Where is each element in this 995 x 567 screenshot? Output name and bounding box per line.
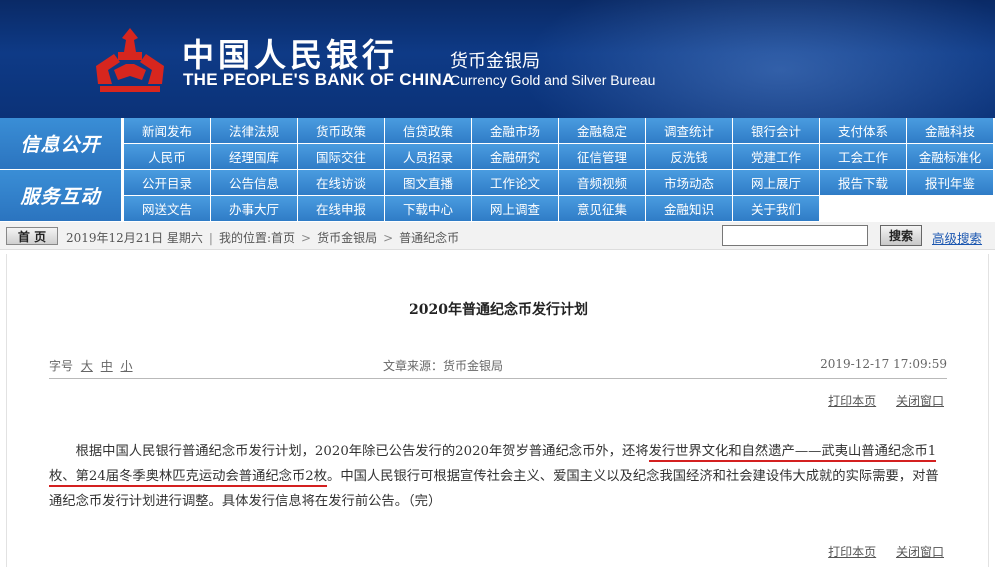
nav-item[interactable]: 工作论文 bbox=[472, 170, 558, 195]
font-size-large[interactable]: 大 bbox=[81, 359, 93, 373]
nav-item[interactable]: 经理国库 bbox=[211, 144, 297, 169]
current-date: 2019年12月21日 星期六 bbox=[66, 231, 203, 245]
nav-group-1: 信息公开 新闻发布 法律法规 货币政策 信贷政策 金融市场 金融稳定 调查统计 银行会计 支付体系… bbox=[0, 118, 995, 170]
nav-item[interactable]: 图文直播 bbox=[385, 170, 471, 195]
nav-item[interactable]: 金融标准化 bbox=[907, 144, 993, 169]
bank-name-en: THE PEOPLE'S BANK OF CHINA bbox=[183, 70, 455, 89]
bureau-name-en: Currency Gold and Silver Bureau bbox=[450, 72, 656, 88]
nav-item[interactable]: 银行会计 bbox=[733, 118, 819, 143]
article-tools-bottom: 打印本页 关闭窗口 bbox=[812, 543, 944, 560]
breadcrumb-item-bureau[interactable]: 货币金银局 bbox=[317, 231, 377, 245]
article-container: 2020年普通纪念币发行计划 字号 大 中 小 文章来源：货币金银局 2019-… bbox=[6, 254, 989, 567]
nav-item[interactable]: 金融知识 bbox=[646, 196, 732, 221]
nav-item[interactable]: 党建工作 bbox=[733, 144, 819, 169]
print-link[interactable]: 打印本页 bbox=[828, 394, 876, 408]
body-text-part1: 根据中国人民银行普通纪念币发行计划，2020年除已公告发行的2020年贺岁普通纪… bbox=[75, 444, 649, 459]
nav-item[interactable]: 新闻发布 bbox=[124, 118, 210, 143]
print-link-bottom[interactable]: 打印本页 bbox=[828, 545, 876, 559]
article-title: 2020年普通纪念币发行计划 bbox=[409, 302, 588, 318]
article-tools-top: 打印本页 关闭窗口 bbox=[812, 392, 944, 409]
nav-item[interactable]: 货币政策 bbox=[298, 118, 384, 143]
nav-item[interactable]: 在线申报 bbox=[298, 196, 384, 221]
nav-item[interactable]: 关于我们 bbox=[733, 196, 819, 221]
nav-item[interactable]: 下载中心 bbox=[385, 196, 471, 221]
search-input[interactable] bbox=[722, 225, 868, 246]
nav-item[interactable]: 金融研究 bbox=[472, 144, 558, 169]
font-size-medium[interactable]: 中 bbox=[101, 359, 113, 373]
nav-item[interactable]: 支付体系 bbox=[820, 118, 906, 143]
breadcrumb-item-home[interactable]: 首页 bbox=[271, 231, 295, 245]
nav-item[interactable]: 信贷政策 bbox=[385, 118, 471, 143]
article-source: 文章来源：货币金银局 bbox=[383, 359, 504, 373]
nav-item[interactable]: 公告信息 bbox=[211, 170, 297, 195]
main-nav: 信息公开 新闻发布 法律法规 货币政策 信贷政策 金融市场 金融稳定 调查统计 银行会计 支付体系… bbox=[0, 118, 995, 222]
nav-item[interactable]: 报刊年鉴 bbox=[907, 170, 993, 195]
nav-item[interactable]: 金融稳定 bbox=[559, 118, 645, 143]
header-glow bbox=[520, 0, 995, 118]
pboc-emblem-icon[interactable] bbox=[92, 26, 168, 94]
home-button[interactable]: 首 页 bbox=[6, 227, 58, 245]
site-header: 中国人民银行 THE PEOPLE'S BANK OF CHINA 货币金银局 … bbox=[0, 0, 995, 118]
nav-item[interactable]: 人员招录 bbox=[385, 144, 471, 169]
nav-item[interactable]: 意见征集 bbox=[559, 196, 645, 221]
search-button[interactable]: 搜索 bbox=[880, 225, 922, 246]
nav-item[interactable]: 金融科技 bbox=[907, 118, 993, 143]
nav-item[interactable]: 调查统计 bbox=[646, 118, 732, 143]
meta-divider bbox=[49, 378, 947, 379]
bureau-name-cn: 货币金银局 bbox=[450, 51, 540, 72]
nav-item[interactable]: 报告下载 bbox=[820, 170, 906, 195]
nav-item[interactable]: 征信管理 bbox=[559, 144, 645, 169]
font-size-small[interactable]: 小 bbox=[121, 359, 133, 373]
nav-item[interactable]: 市场动态 bbox=[646, 170, 732, 195]
article-datetime: 2019-12-17 17:09:59 bbox=[820, 357, 947, 371]
nav-item[interactable]: 网送文告 bbox=[124, 196, 210, 221]
nav-item[interactable]: 办事大厅 bbox=[211, 196, 297, 221]
article-meta: 字号 大 中 小 文章来源：货币金银局 2019-12-17 17:09:59 bbox=[49, 357, 947, 377]
advanced-search-link[interactable]: 高级搜索 bbox=[932, 228, 982, 247]
article-body: 根据中国人民银行普通纪念币发行计划，2020年除已公告发行的2020年贺岁普通纪… bbox=[49, 439, 947, 514]
nav-item[interactable]: 在线访谈 bbox=[298, 170, 384, 195]
breadcrumb: 2019年12月21日 星期六 | 我的位置:首页 > 货币金银局 > 普通纪念币 bbox=[66, 231, 460, 245]
font-size-label: 字号 bbox=[49, 359, 74, 373]
breadcrumb-bar: 首 页 2019年12月21日 星期六 | 我的位置:首页 > 货币金银局 > 普通纪念币 … bbox=[0, 222, 995, 250]
nav-group-2: 服务互动 公开目录 公告信息 在线访谈 图文直播 工作论文 音频视频 市场动态 网上展厅 报告下载… bbox=[0, 170, 995, 222]
nav-group-label[interactable]: 信息公开 bbox=[0, 118, 122, 169]
nav-item[interactable]: 金融市场 bbox=[472, 118, 558, 143]
font-size-control: 字号 大 中 小 bbox=[49, 357, 133, 374]
nav-item[interactable]: 人民币 bbox=[124, 144, 210, 169]
nav-item[interactable]: 工会工作 bbox=[820, 144, 906, 169]
nav-item[interactable]: 法律法规 bbox=[211, 118, 297, 143]
nav-item[interactable]: 公开目录 bbox=[124, 170, 210, 195]
nav-item[interactable]: 网上展厅 bbox=[733, 170, 819, 195]
nav-item[interactable]: 国际交往 bbox=[298, 144, 384, 169]
nav-item[interactable]: 网上调查 bbox=[472, 196, 558, 221]
close-window-link[interactable]: 关闭窗口 bbox=[896, 394, 944, 408]
nav-item[interactable]: 音频视频 bbox=[559, 170, 645, 195]
breadcrumb-item-commemorative[interactable]: 普通纪念币 bbox=[399, 231, 459, 245]
location-label: 我的位置: bbox=[218, 231, 271, 245]
nav-group-label[interactable]: 服务互动 bbox=[0, 170, 122, 221]
nav-item[interactable]: 反洗钱 bbox=[646, 144, 732, 169]
close-window-link-bottom[interactable]: 关闭窗口 bbox=[896, 545, 944, 559]
